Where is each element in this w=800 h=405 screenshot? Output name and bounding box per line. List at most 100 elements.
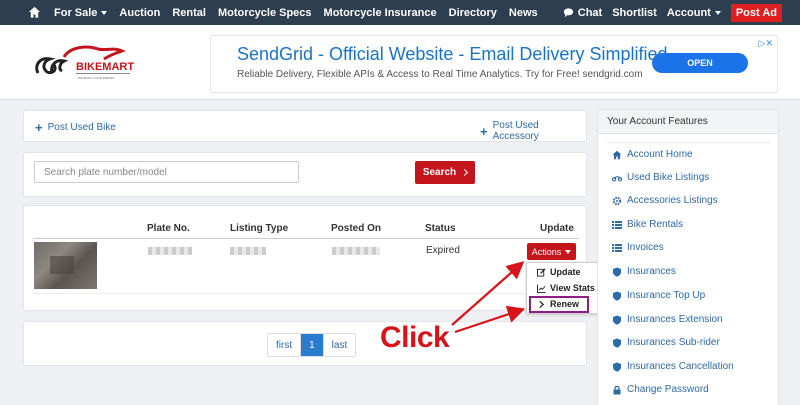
page-last[interactable]: last bbox=[324, 334, 356, 356]
home-icon bbox=[612, 150, 622, 160]
sidebar-divider bbox=[607, 142, 770, 143]
nav-auction[interactable]: Auction bbox=[119, 7, 160, 19]
header-listing-type: Listing Type bbox=[230, 223, 289, 234]
plus-icon: + bbox=[35, 120, 43, 135]
chevron-down-icon bbox=[101, 10, 108, 15]
sidebar-item-used-bike-listings[interactable]: Used Bike Listings bbox=[612, 172, 709, 183]
edit-icon bbox=[537, 267, 546, 277]
lock-icon bbox=[612, 385, 622, 395]
menu-item-view-stats-label: View Stats bbox=[550, 283, 595, 293]
nav-account-label: Account bbox=[666, 6, 711, 19]
ad-banner[interactable]: SendGrid - Official Website - Email Deli… bbox=[210, 35, 778, 93]
sidebar-item-label: Bike Rentals bbox=[627, 219, 684, 230]
line-chart-icon bbox=[537, 283, 546, 293]
table-header-divider bbox=[33, 238, 579, 239]
pagination: first 1 last bbox=[267, 333, 357, 357]
search-button[interactable]: Search bbox=[415, 161, 475, 184]
sidebar-item-accessories-listings[interactable]: Accessories Listings bbox=[612, 195, 718, 206]
logo-tagline: WE BUILD YOUR DREAM bbox=[78, 76, 114, 80]
nav-motorcycle-specs[interactable]: Motorcycle Specs bbox=[218, 7, 312, 19]
post-used-bike-link[interactable]: + Post Used Bike bbox=[35, 120, 116, 135]
sidebar-item-label: Insurances Extension bbox=[627, 314, 723, 325]
chevron-down-icon bbox=[565, 249, 572, 254]
nav-for-sale[interactable]: For Sale bbox=[54, 6, 108, 19]
chevron-down-icon bbox=[714, 10, 721, 15]
nav-directory[interactable]: Directory bbox=[449, 7, 497, 19]
sidebar-item-label: Used Bike Listings bbox=[627, 172, 710, 183]
sidebar-item-insurances-cancellation[interactable]: Insurances Cancellation bbox=[612, 361, 734, 372]
top-nav: For Sale Auction Rental Motorcycle Specs… bbox=[0, 0, 800, 25]
menu-item-renew[interactable]: Renew bbox=[537, 299, 579, 309]
ad-description: Reliable Delivery, Flexible APIs & Acces… bbox=[237, 69, 643, 80]
shield-icon bbox=[612, 362, 622, 372]
ad-title[interactable]: SendGrid - Official Website - Email Deli… bbox=[237, 44, 667, 65]
page-first[interactable]: first bbox=[268, 334, 302, 356]
search-input[interactable]: Search plate number/model bbox=[34, 161, 299, 183]
bikemart-logo[interactable]: BIKEMART WE BUILD YOUR DREAM bbox=[24, 39, 134, 84]
list-icon bbox=[612, 243, 622, 253]
post-actions-panel: + Post Used Bike + Post Used Accessory bbox=[23, 110, 587, 142]
nav-chat-label: Chat bbox=[577, 6, 603, 19]
post-ad-button[interactable]: Post Ad bbox=[730, 3, 782, 22]
nav-rental[interactable]: Rental bbox=[172, 7, 206, 19]
table-row-divider bbox=[33, 293, 579, 294]
sidebar-item-insurances-extension[interactable]: Insurances Extension bbox=[612, 314, 723, 325]
post-used-bike-label: Post Used Bike bbox=[47, 122, 116, 133]
pagination-panel: first 1 last bbox=[23, 321, 587, 366]
nav-news[interactable]: News bbox=[509, 7, 538, 19]
listings-panel: Plate No. Listing Type Posted On Status … bbox=[23, 205, 587, 311]
nav-shortlist[interactable]: Shortlist bbox=[612, 7, 657, 19]
sidebar-item-label: Account Home bbox=[627, 149, 693, 160]
actions-label: Actions bbox=[531, 246, 562, 257]
ad-close-icon[interactable]: ▷✕ bbox=[759, 38, 773, 49]
menu-item-renew-label: Renew bbox=[550, 299, 580, 309]
plate-number-redacted bbox=[148, 247, 192, 255]
motorcycle-icon bbox=[612, 173, 622, 183]
listing-type-redacted bbox=[230, 247, 266, 255]
nav-chat[interactable]: Chat bbox=[563, 7, 602, 19]
list-icon bbox=[612, 220, 622, 230]
sidebar-item-bike-rentals[interactable]: Bike Rentals bbox=[612, 219, 683, 230]
search-button-label: Search bbox=[422, 167, 457, 178]
nav-for-sale-label: For Sale bbox=[54, 6, 98, 19]
shield-icon bbox=[612, 267, 622, 277]
home-icon[interactable] bbox=[28, 6, 42, 20]
cogs-icon bbox=[612, 196, 622, 206]
search-panel: Search plate number/model Search bbox=[23, 152, 587, 197]
sidebar-item-insurance-top-up[interactable]: Insurance Top Up bbox=[612, 290, 705, 301]
actions-dropdown-button[interactable]: Actions bbox=[527, 243, 576, 260]
nav-motorcycle-insurance[interactable]: Motorcycle Insurance bbox=[324, 7, 437, 19]
sidebar-item-insurances-sub-rider[interactable]: Insurances Sub-rider bbox=[612, 337, 720, 348]
nav-account[interactable]: Account bbox=[667, 7, 721, 19]
header-status: Status bbox=[425, 223, 456, 234]
sidebar-item-label: Insurances Sub-rider bbox=[627, 337, 720, 348]
menu-item-update[interactable]: Update bbox=[537, 267, 581, 277]
sidebar-item-change-password[interactable]: Change Password bbox=[612, 384, 709, 395]
sidebar-item-label: Change Password bbox=[627, 384, 709, 395]
listing-thumbnail[interactable] bbox=[34, 242, 97, 289]
header-band: BIKEMART WE BUILD YOUR DREAM SendGrid - … bbox=[0, 25, 800, 100]
posted-on-redacted bbox=[332, 247, 380, 255]
sidebar-item-label: Invoices bbox=[627, 242, 664, 253]
sidebar-item-account-home[interactable]: Account Home bbox=[612, 149, 693, 160]
chat-icon bbox=[563, 8, 573, 18]
chevron-right-icon bbox=[461, 168, 469, 177]
sidebar-item-invoices[interactable]: Invoices bbox=[612, 242, 664, 253]
post-used-accessory-label: Post Used Accessory bbox=[492, 120, 539, 142]
sidebar-title: Your Account Features bbox=[598, 110, 778, 134]
shield-icon bbox=[612, 338, 622, 348]
menu-item-update-label: Update bbox=[550, 267, 581, 277]
chevron-right-icon bbox=[539, 300, 545, 308]
logo-text: BIKEMART bbox=[76, 61, 134, 73]
nav-right: Chat Shortlist Account Post Ad bbox=[563, 0, 792, 25]
ad-open-button[interactable]: OPEN bbox=[652, 53, 748, 73]
menu-item-view-stats[interactable]: View Stats bbox=[537, 283, 595, 293]
header-plate-no: Plate No. bbox=[147, 223, 190, 234]
sidebar-item-insurances[interactable]: Insurances bbox=[612, 266, 676, 277]
page-current[interactable]: 1 bbox=[301, 334, 324, 356]
status-value: Expired bbox=[426, 245, 460, 256]
sidebar-item-label: Accessories Listings bbox=[627, 195, 718, 206]
header-posted-on: Posted On bbox=[331, 223, 382, 234]
post-used-accessory-link[interactable]: + Post Used Accessory bbox=[480, 120, 586, 142]
plus-icon: + bbox=[480, 123, 488, 139]
